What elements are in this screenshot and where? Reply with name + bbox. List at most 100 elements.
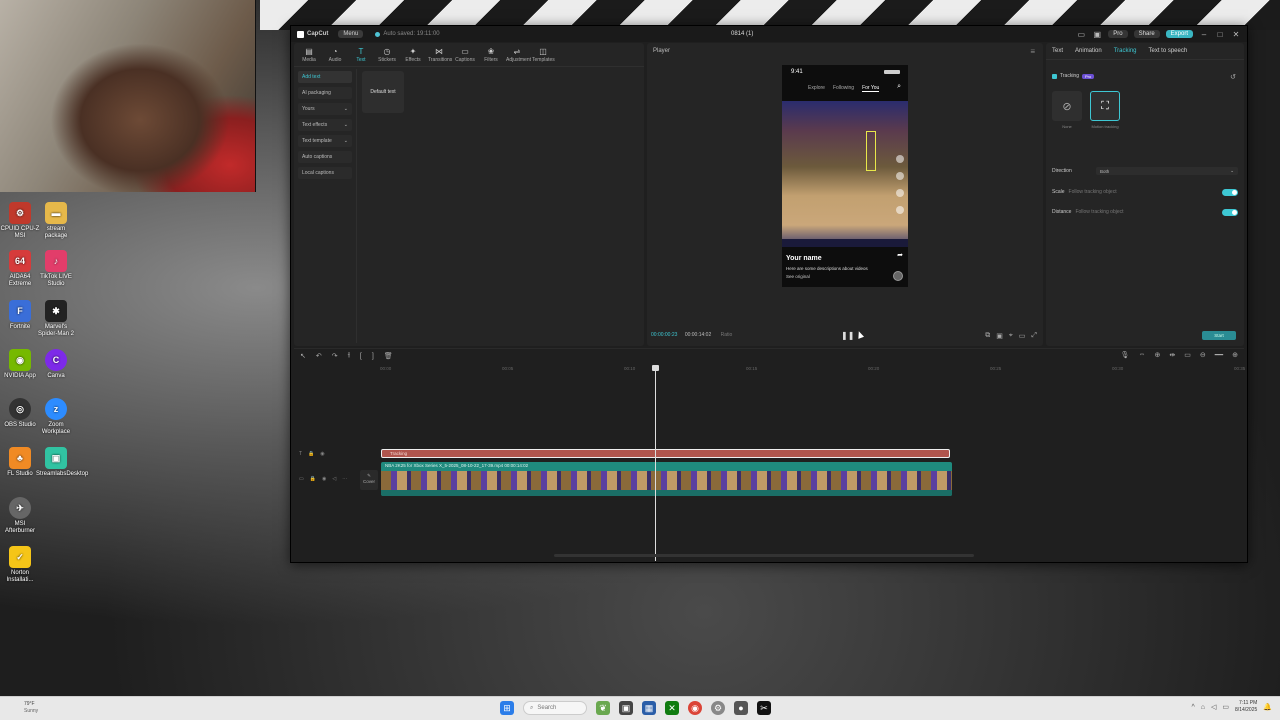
lock-icon[interactable]: 🔒 bbox=[310, 476, 316, 482]
export-button[interactable]: Export bbox=[1165, 30, 1193, 38]
close-icon[interactable]: ✕ bbox=[1231, 30, 1241, 39]
side-item-text-template[interactable]: Text template ⌄ bbox=[298, 135, 352, 147]
desktop-icon-cpuz[interactable]: ⚙ CPUID CPU-Z MSI bbox=[0, 202, 40, 240]
maximize-icon[interactable]: □ bbox=[1215, 30, 1225, 39]
eye-icon[interactable]: ◉ bbox=[320, 451, 324, 457]
tool-text[interactable]: T Text bbox=[350, 47, 372, 66]
weather-widget[interactable]: 79°F Sunny bbox=[24, 701, 38, 715]
magnet-icon[interactable]: ⊕ bbox=[1154, 351, 1160, 359]
side-item-local-captions[interactable]: Local captions bbox=[298, 167, 352, 179]
capcut-taskbar-icon[interactable]: ✂ bbox=[757, 701, 771, 715]
eye-icon[interactable]: ◉ bbox=[322, 476, 326, 482]
side-item-yours[interactable]: Yours ⌄ bbox=[298, 103, 352, 115]
side-item-text-effects[interactable]: Text effects ⌄ bbox=[298, 119, 352, 131]
task-view-icon[interactable]: ▣ bbox=[619, 701, 633, 715]
player-menu-icon[interactable]: ≡ bbox=[1030, 47, 1035, 56]
desktop-icon-zoom[interactable]: z Zoom Workplace bbox=[36, 398, 76, 436]
desktop-icon-streamlabs[interactable]: ▣ StreamlabsDesktop bbox=[36, 447, 88, 478]
desktop-icon-tiktok-live[interactable]: ♪ TikTok LIVE Studio bbox=[36, 250, 76, 288]
tracking-option-none[interactable]: ⊘ None bbox=[1052, 91, 1082, 129]
desktop-icon-stream-package[interactable]: ▬ stream package bbox=[36, 202, 76, 240]
timeline-scrollbar[interactable] bbox=[554, 554, 974, 557]
video-clip[interactable]: NBA 2K25 for Xbox Series X_5-2025_08-10-… bbox=[381, 462, 952, 496]
chevron-up-icon[interactable]: ^ bbox=[1191, 704, 1194, 711]
link-icon[interactable]: ⇔ bbox=[1138, 351, 1145, 359]
pause-icon[interactable]: ❚❚ bbox=[841, 331, 854, 340]
zoom-slider[interactable]: ━━ bbox=[1215, 351, 1223, 359]
default-text-card[interactable]: Default text bbox=[362, 71, 404, 113]
video-preview[interactable]: 9:41 Explore Following For You ⌕ Your na… bbox=[782, 65, 908, 287]
focus-icon[interactable]: ⌖ bbox=[1009, 332, 1013, 340]
minimize-icon[interactable]: – bbox=[1199, 30, 1209, 39]
distance-toggle[interactable] bbox=[1222, 208, 1238, 216]
desktop-icon-fortnite[interactable]: F Fortnite bbox=[0, 300, 40, 331]
side-item-ai-packaging[interactable]: AI packaging bbox=[298, 87, 352, 99]
crop-icon[interactable]: ⧉ bbox=[985, 332, 990, 340]
tracking-checkbox[interactable] bbox=[1052, 73, 1057, 79]
tracking-box[interactable] bbox=[866, 131, 876, 171]
preview-axis-icon[interactable]: ⇹ bbox=[1169, 351, 1175, 359]
tool-media[interactable]: ▤ Media bbox=[298, 47, 320, 66]
more-icon[interactable]: ⋯ bbox=[342, 476, 347, 482]
zoom-in-icon[interactable]: ⊕ bbox=[1232, 351, 1238, 359]
start-tracking-button[interactable]: Start bbox=[1202, 331, 1236, 340]
microphone-icon[interactable]: 🎙 bbox=[1121, 351, 1130, 359]
desktop-icon-aida64[interactable]: 64 AIDA64 Extreme bbox=[0, 250, 40, 288]
redo-icon[interactable]: ↷ bbox=[332, 352, 338, 360]
store-icon[interactable]: ▦ bbox=[642, 701, 656, 715]
network-icon[interactable]: ⌂ bbox=[1201, 704, 1205, 711]
screen-icon[interactable]: ▣ bbox=[1092, 30, 1102, 39]
tab-text[interactable]: Text bbox=[1052, 48, 1063, 54]
taskbar-search[interactable]: ⌕ Search bbox=[523, 701, 587, 715]
aspect-ratio-icon[interactable]: ▭ bbox=[1019, 332, 1026, 340]
zoom-out-icon[interactable]: ⊖ bbox=[1200, 351, 1206, 359]
lock-icon[interactable]: 🔒 bbox=[308, 451, 314, 457]
spotify-icon[interactable]: ● bbox=[734, 701, 748, 715]
split-icon[interactable]: ⫲ bbox=[348, 352, 350, 360]
battery-icon[interactable]: ▭ bbox=[1222, 703, 1229, 711]
playhead[interactable] bbox=[652, 365, 659, 561]
delete-icon[interactable]: 🗑 bbox=[384, 352, 393, 360]
side-item-add-text[interactable]: Add text bbox=[298, 71, 352, 83]
desktop-icon-spiderman[interactable]: ✱ Marvel's Spider-Man 2 bbox=[36, 300, 76, 338]
tool-audio[interactable]: ◔ Audio bbox=[324, 47, 346, 66]
tool-effects[interactable]: ✦ Effects bbox=[402, 47, 424, 66]
side-item-auto-captions[interactable]: Auto captions bbox=[298, 151, 352, 163]
audio-icon[interactable]: ◁ bbox=[332, 476, 336, 482]
tracking-option-motion[interactable]: ⛶ Motion tracking bbox=[1090, 91, 1120, 129]
select-tool-icon[interactable]: ↖ bbox=[300, 352, 306, 360]
tool-captions[interactable]: ▭ Captions bbox=[454, 47, 476, 66]
undo-icon[interactable]: ↶ bbox=[316, 352, 322, 360]
time-ruler[interactable]: 00:00 00:05 00:10 00:15 00:20 00:25 00:3… bbox=[380, 366, 1245, 374]
xbox-icon[interactable]: ✕ bbox=[665, 701, 679, 715]
tool-filters[interactable]: ❀ Filters bbox=[480, 47, 502, 66]
settings-icon[interactable]: ⚙ bbox=[711, 701, 725, 715]
pro-button[interactable]: Pro bbox=[1108, 30, 1128, 38]
volume-icon[interactable]: ◁ bbox=[1211, 703, 1216, 711]
tracking-text-clip[interactable]: Tracking bbox=[381, 449, 950, 458]
desktop-icon-norton[interactable]: ✓ Norton Installati... bbox=[0, 546, 40, 584]
quality-icon[interactable]: ▣ bbox=[996, 332, 1003, 340]
tab-tracking[interactable]: Tracking bbox=[1114, 48, 1137, 54]
cover-button[interactable]: ✎ Cover bbox=[360, 470, 378, 490]
tab-animation[interactable]: Animation bbox=[1075, 48, 1102, 54]
tab-text-to-speech[interactable]: Text to speech bbox=[1149, 48, 1188, 54]
menu-button[interactable]: Menu bbox=[338, 30, 364, 38]
clock[interactable]: 7:11 PM 8/14/2025 bbox=[1235, 700, 1257, 714]
tool-transitions[interactable]: ⋈ Transitions bbox=[428, 47, 452, 66]
fullscreen-icon[interactable]: ⤢ bbox=[1031, 332, 1037, 340]
desktop-icon-flstudio[interactable]: ♣ FL Studio bbox=[0, 447, 40, 478]
desktop-icon-canva[interactable]: C Canva bbox=[36, 349, 76, 380]
direction-select[interactable]: Both ⌄ bbox=[1096, 167, 1238, 175]
split-left-icon[interactable]: [ bbox=[360, 353, 362, 360]
desktop-icon-nvidia[interactable]: ◉ NVIDIA App bbox=[0, 349, 40, 380]
split-right-icon[interactable]: ] bbox=[372, 353, 374, 360]
chrome-icon[interactable]: ◉ bbox=[688, 701, 702, 715]
notification-icon[interactable]: 🔔 bbox=[1263, 703, 1272, 711]
widgets-icon[interactable]: ❦ bbox=[596, 701, 610, 715]
tool-adjustment[interactable]: ⇌ Adjustment bbox=[506, 47, 531, 66]
layout-icon[interactable]: ▭ bbox=[1076, 30, 1086, 39]
desktop-icon-obs[interactable]: ◎ OBS Studio bbox=[0, 398, 40, 429]
tool-stickers[interactable]: ◷ Stickers bbox=[376, 47, 398, 66]
scale-toggle[interactable] bbox=[1222, 188, 1238, 196]
